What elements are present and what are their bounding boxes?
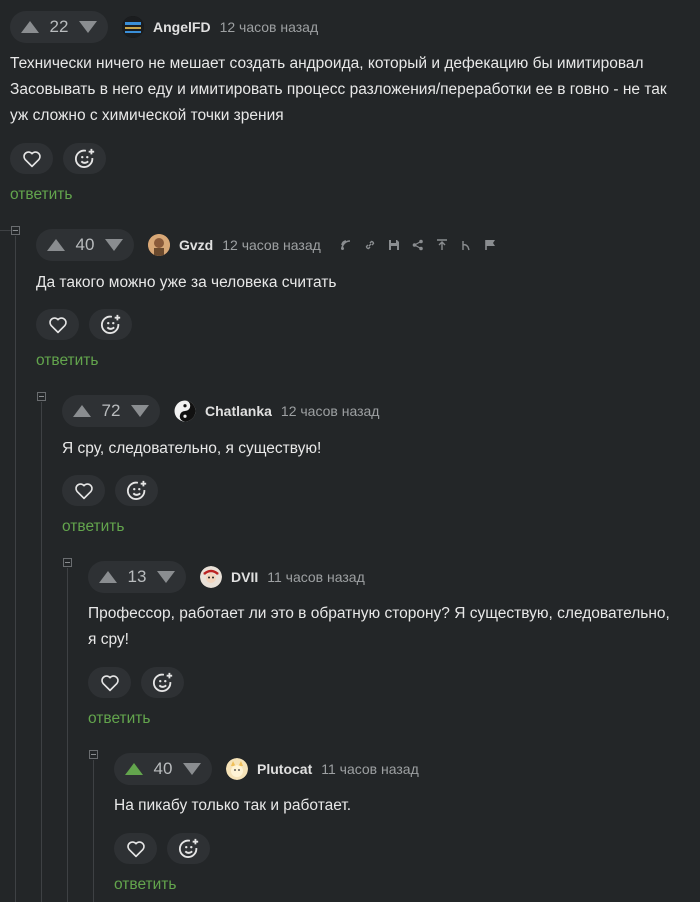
dvii-avatar-icon[interactable]: [200, 566, 222, 588]
reply-link[interactable]: ответить: [10, 186, 72, 204]
angelfd-avatar-icon[interactable]: [122, 16, 144, 38]
upvote-icon[interactable]: [20, 20, 40, 34]
vote-box: 22: [10, 11, 108, 43]
link-icon[interactable]: [363, 238, 377, 252]
smiley-add-icon: [100, 314, 120, 334]
comment-text: Да такого можно уже за человека считать: [36, 274, 337, 291]
comment-actions: [10, 143, 106, 174]
downvote-icon[interactable]: [104, 238, 124, 252]
reaction-button[interactable]: [89, 309, 132, 340]
heart-icon: [126, 840, 145, 857]
comment-actions: [88, 667, 184, 698]
reply-link[interactable]: ответить: [114, 876, 176, 894]
heart-icon: [100, 674, 119, 691]
vote-count: 40: [75, 235, 95, 254]
upvote-icon[interactable]: [46, 238, 66, 252]
vote-count: 40: [153, 759, 173, 778]
like-button[interactable]: [10, 143, 53, 174]
thread-line: [15, 236, 16, 902]
downvote-icon[interactable]: [182, 762, 202, 776]
like-button[interactable]: [114, 833, 157, 864]
heart-icon: [74, 482, 93, 499]
smiley-add-icon: [152, 672, 172, 692]
vote-count: 72: [101, 401, 121, 420]
comment-actions: [114, 833, 210, 864]
comment-tools: [339, 238, 497, 252]
upvote-icon[interactable]: [72, 404, 92, 418]
username[interactable]: Plutocat: [257, 761, 312, 777]
username[interactable]: Gvzd: [179, 237, 213, 253]
comment-header: 72 Chatlanka 12 часов назад: [62, 395, 379, 427]
vote-count: 22: [49, 17, 69, 36]
gvzd-avatar-icon[interactable]: [148, 234, 170, 256]
thread-line: [67, 568, 68, 902]
reply-link[interactable]: ответить: [88, 710, 150, 728]
reaction-button[interactable]: [141, 667, 184, 698]
downvote-icon[interactable]: [130, 404, 150, 418]
report-flag-icon[interactable]: [483, 238, 497, 252]
collapse-thread-button[interactable]: [63, 558, 72, 567]
reply-link[interactable]: ответить: [62, 518, 124, 536]
timestamp[interactable]: 12 часов назад: [222, 237, 321, 253]
comment-actions: [36, 309, 132, 340]
vote-count: 13: [127, 567, 147, 586]
vote-box: 40: [36, 229, 134, 261]
comment-actions: [62, 475, 158, 506]
timestamp[interactable]: 12 часов назад: [281, 403, 380, 419]
smiley-add-icon: [178, 838, 198, 858]
comment-header: 40 Plutocat 11 часов назад: [114, 753, 419, 785]
reply-link[interactable]: ответить: [36, 352, 98, 370]
comment-header: 22 AngelFD 12 часов назад: [10, 11, 318, 43]
collapse-thread-button[interactable]: [37, 392, 46, 401]
yin-yang-avatar-icon[interactable]: [174, 400, 196, 422]
user-icon[interactable]: [459, 238, 473, 252]
downvote-icon[interactable]: [78, 20, 98, 34]
comment-text: Технически ничего не мешает создать андр…: [10, 55, 667, 124]
save-icon[interactable]: [387, 238, 401, 252]
upvote-icon[interactable]: [124, 762, 144, 776]
like-button[interactable]: [62, 475, 105, 506]
downvote-icon[interactable]: [156, 570, 176, 584]
vote-box: 72: [62, 395, 160, 427]
comment-text: Профессор, работает ли это в обратную ст…: [88, 605, 670, 648]
comment-text: На пикабу только так и работает.: [114, 797, 352, 814]
share-icon[interactable]: [411, 238, 425, 252]
plutocat-avatar-icon[interactable]: [226, 758, 248, 780]
timestamp[interactable]: 11 часов назад: [321, 761, 419, 777]
thread-line: [93, 760, 94, 902]
go-to-parent-icon[interactable]: [435, 238, 449, 252]
comment-text: Я сру, следовательно, я существую!: [62, 440, 322, 457]
like-button[interactable]: [36, 309, 79, 340]
username[interactable]: DVII: [231, 569, 258, 585]
smiley-add-icon: [126, 480, 146, 500]
reaction-button[interactable]: [63, 143, 106, 174]
timestamp[interactable]: 11 часов назад: [267, 569, 365, 585]
username[interactable]: AngelFD: [153, 19, 211, 35]
heart-icon: [48, 316, 67, 333]
username[interactable]: Chatlanka: [205, 403, 272, 419]
thread-line: [41, 402, 42, 902]
vote-box: 40: [114, 753, 212, 785]
comment-header: 40 Gvzd 12 часов назад: [36, 229, 497, 261]
timestamp[interactable]: 12 часов назад: [220, 19, 319, 35]
branch-icon[interactable]: [339, 238, 353, 252]
comment-header: 13 DVII 11 часов назад: [88, 561, 365, 593]
reaction-button[interactable]: [115, 475, 158, 506]
collapse-thread-button[interactable]: [11, 226, 20, 235]
heart-icon: [22, 150, 41, 167]
smiley-add-icon: [74, 148, 94, 168]
like-button[interactable]: [88, 667, 131, 698]
upvote-icon[interactable]: [98, 570, 118, 584]
collapse-thread-button[interactable]: [89, 750, 98, 759]
vote-box: 13: [88, 561, 186, 593]
reaction-button[interactable]: [167, 833, 210, 864]
